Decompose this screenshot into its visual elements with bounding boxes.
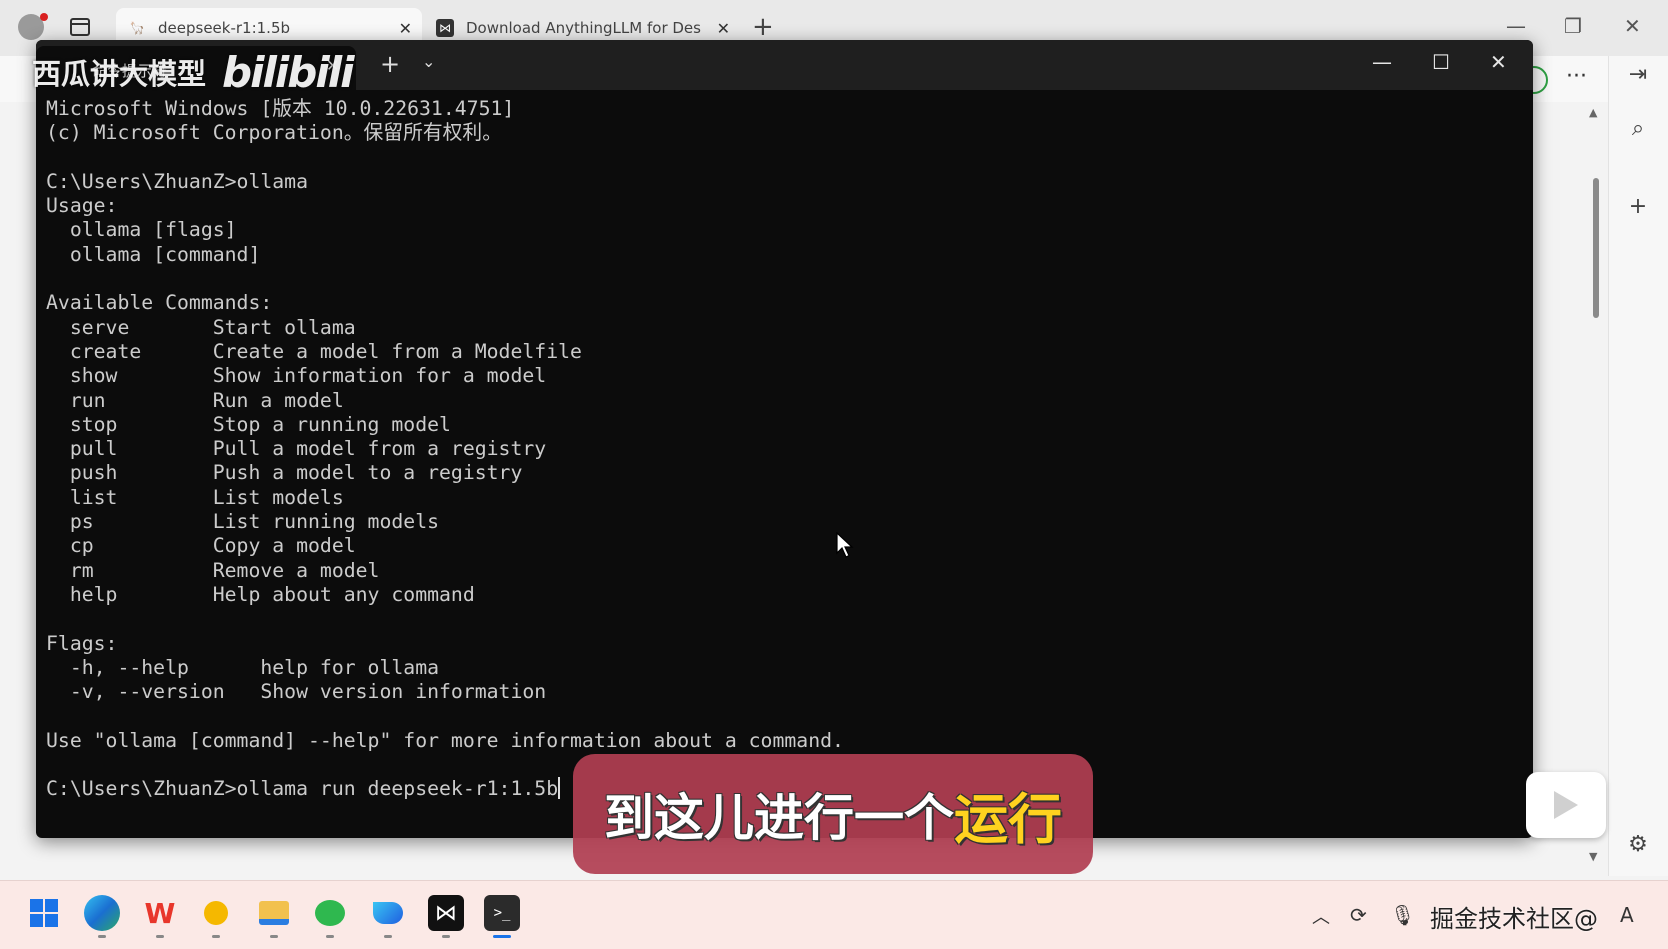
terminal-line: Usage:: [46, 194, 118, 218]
scroll-up-icon[interactable]: ▲: [1589, 106, 1597, 119]
terminal-line: ps List running models: [46, 510, 440, 534]
terminal-line: Use "ollama [command] --help" for more i…: [46, 728, 844, 752]
edge-icon[interactable]: [84, 895, 120, 931]
terminal-line: rm Remove a model: [46, 558, 380, 582]
channel-name: 西瓜讲大模型: [32, 57, 207, 91]
sunflower-icon[interactable]: [198, 895, 234, 931]
caption-highlight: 运行: [954, 787, 1062, 851]
terminal-line: (c) Microsoft Corporation。保留所有权利。: [46, 121, 502, 145]
terminal-line: stop Stop a running model: [46, 412, 451, 436]
scroll-down-icon[interactable]: ▼: [1589, 850, 1597, 863]
terminal-line: show Show information for a model: [46, 364, 547, 388]
terminal-line: C:\Users\ZhuanZ>ollama: [46, 169, 309, 193]
terminal-window: 命令提示符 ✕ + ⌄ — ☐ ✕ Microsoft Windows [版本 …: [36, 40, 1533, 838]
anythingllm-icon[interactable]: ⋈: [428, 895, 464, 931]
terminal-line: -v, --version Show version information: [46, 680, 547, 704]
running-indicator: [212, 935, 220, 938]
terminal-line: Microsoft Windows [版本 10.0.22631.4751]: [46, 97, 515, 120]
new-tab-button[interactable]: +: [752, 12, 774, 42]
mouse-pointer-icon: [836, 532, 854, 558]
chevron-down-icon[interactable]: ⌄: [422, 52, 435, 71]
running-indicator: [442, 935, 450, 938]
more-menu-icon[interactable]: ···: [1566, 64, 1587, 89]
browser-tab-title: deepseek-r1:1.5b: [158, 19, 291, 37]
chevron-up-icon[interactable]: ︿: [1312, 903, 1330, 929]
caption-text: 到这儿进行一个: [604, 789, 954, 847]
anythingllm-icon: ⋈: [436, 19, 454, 37]
minimize-icon[interactable]: —: [1506, 14, 1526, 38]
running-indicator: [326, 935, 334, 938]
sidebar: ⇥ ⌕ + ⚙: [1608, 56, 1668, 876]
sidebar-toggle-icon[interactable]: ⇥: [1623, 62, 1653, 87]
running-indicator-active: [493, 935, 511, 938]
running-indicator: [384, 935, 392, 938]
bilibili-logo: bilibili: [222, 47, 355, 97]
juejin-watermark: 掘金技术社区@: [1430, 905, 1598, 933]
scrollbar[interactable]: ▲ ▼: [1588, 106, 1602, 866]
wechat-icon[interactable]: [312, 895, 348, 931]
input-method-indicator[interactable]: A: [1620, 903, 1634, 927]
microphone-icon[interactable]: 🎙: [1390, 903, 1415, 927]
terminal-line: serve Start ollama: [46, 315, 356, 339]
search-icon[interactable]: ⌕: [1623, 116, 1653, 141]
restore-icon[interactable]: ❐: [1564, 14, 1582, 38]
taskbar: W ⋈ >_ ︿ ⟳ 🎙 掘金技术社区@ A: [0, 880, 1668, 949]
terminal-line: pull Pull a model from a registry: [46, 437, 547, 461]
terminal-line: help Help about any command: [46, 582, 475, 606]
terminal-line: Available Commands:: [46, 291, 273, 315]
browser-tab-title: Download AnythingLLM for Desk: [466, 19, 702, 37]
tab-actions-icon[interactable]: [70, 18, 90, 36]
gear-icon[interactable]: ⚙: [1623, 832, 1653, 857]
close-icon[interactable]: ✕: [1624, 14, 1641, 38]
close-tab-icon[interactable]: ✕: [717, 19, 730, 38]
maximize-icon[interactable]: ☐: [1432, 50, 1450, 74]
floating-video-widget[interactable]: [1526, 772, 1606, 838]
close-tab-icon[interactable]: ✕: [399, 19, 412, 38]
ollama-icon: 🦙: [129, 21, 145, 35]
add-icon[interactable]: +: [1623, 194, 1653, 219]
running-indicator: [156, 935, 164, 938]
terminal-line: Flags:: [46, 631, 118, 655]
close-icon[interactable]: ✕: [1490, 50, 1507, 74]
new-terminal-tab-button[interactable]: +: [380, 50, 400, 78]
wps-icon[interactable]: W: [142, 895, 178, 931]
running-indicator: [270, 935, 278, 938]
notification-dot-icon: [40, 13, 48, 21]
minimize-icon[interactable]: —: [1372, 50, 1392, 74]
text-cursor: [558, 777, 561, 800]
terminal-line: ollama [flags]: [46, 218, 237, 242]
terminal-line: ollama [command]: [46, 242, 261, 266]
subtitle-caption: 到这儿进行一个 运行: [573, 754, 1093, 874]
bilibili-watermark: 西瓜讲大模型 bilibili: [32, 47, 355, 97]
terminal-line: list List models: [46, 485, 344, 509]
feishu-icon[interactable]: [370, 895, 406, 931]
terminal-line: create Create a model from a Modelfile: [46, 339, 582, 363]
play-icon: [1554, 791, 1578, 819]
terminal-line: push Push a model to a registry: [46, 461, 523, 485]
running-indicator: [98, 935, 106, 938]
terminal-line: -h, --help help for ollama: [46, 655, 440, 679]
windows-start-icon[interactable]: [26, 895, 62, 931]
sync-icon[interactable]: ⟳: [1350, 903, 1367, 927]
file-explorer-icon[interactable]: [256, 895, 292, 931]
scroll-thumb[interactable]: [1593, 178, 1599, 318]
prompt-text: C:\Users\ZhuanZ>ollama run deepseek-r1:1…: [46, 777, 559, 801]
terminal-line: cp Copy a model: [46, 534, 356, 558]
terminal-line: run Run a model: [46, 388, 344, 412]
terminal-output[interactable]: Microsoft Windows [版本 10.0.22631.4751] (c…: [46, 97, 1523, 838]
terminal-app-icon[interactable]: >_: [484, 895, 520, 931]
